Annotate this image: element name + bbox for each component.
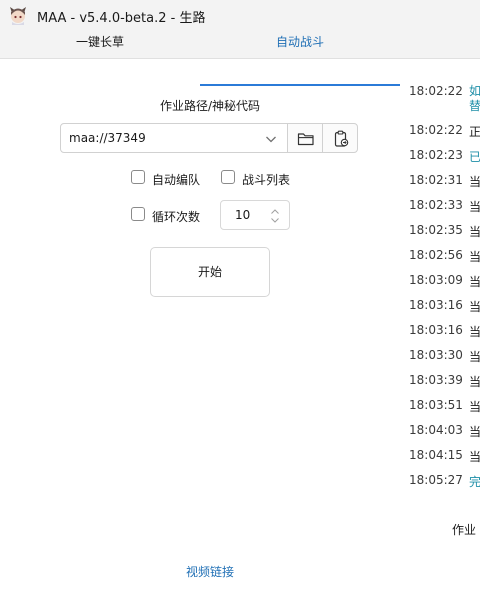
path-label: 作业路径/神秘代码 bbox=[159, 99, 261, 113]
log-message: 正 bbox=[469, 125, 480, 139]
log-time: 18:05:27 bbox=[409, 473, 463, 487]
log-message: 当 bbox=[469, 450, 480, 464]
chevron-down-icon[interactable] bbox=[270, 217, 280, 224]
log-message: 当 bbox=[469, 375, 480, 389]
log-time: 18:03:39 bbox=[409, 373, 463, 387]
log-time: 18:04:15 bbox=[409, 448, 463, 462]
log-time: 18:03:16 bbox=[409, 323, 463, 337]
auto-formation-box[interactable] bbox=[131, 170, 145, 184]
tab-one-key-farming[interactable]: 一键长草 bbox=[0, 30, 200, 58]
log-time: 18:03:30 bbox=[409, 348, 463, 362]
log-time: 18:02:33 bbox=[409, 198, 463, 212]
log-time: 18:03:51 bbox=[409, 398, 463, 412]
auto-formation-label: 自动编队 bbox=[152, 173, 201, 187]
log-message: 当 bbox=[469, 425, 480, 439]
loop-count-value[interactable]: 10 bbox=[235, 208, 250, 222]
app-logo-icon bbox=[10, 7, 26, 25]
loop-count-stepper[interactable]: 10 bbox=[220, 200, 290, 230]
log-time: 18:04:03 bbox=[409, 423, 463, 437]
log-message: 当 bbox=[469, 300, 480, 314]
start-button[interactable]: 开始 bbox=[150, 247, 270, 297]
log-message: 替 bbox=[469, 99, 480, 113]
log-time: 18:02:22 bbox=[409, 84, 463, 98]
log-message: 当 bbox=[469, 325, 480, 339]
log-time: 18:02:31 bbox=[409, 173, 463, 187]
video-link[interactable]: 视频链接 bbox=[160, 563, 260, 580]
copilot-path-value[interactable]: maa://37349 bbox=[69, 131, 146, 145]
loop-box[interactable] bbox=[131, 207, 145, 221]
active-tab-indicator bbox=[200, 84, 400, 86]
chevron-down-icon[interactable] bbox=[264, 132, 278, 146]
log-panel: 18:02:22 如 替 18:02:22 正 18:02:23 已 18:02… bbox=[402, 0, 480, 598]
log-message: 当 bbox=[469, 225, 480, 239]
copilot-path-combobox[interactable]: maa://37349 bbox=[60, 123, 288, 153]
log-message: 完 bbox=[469, 475, 480, 489]
tab-auto-battle[interactable]: 自动战斗 bbox=[200, 30, 400, 58]
chevron-up-icon[interactable] bbox=[270, 208, 280, 215]
folder-icon bbox=[297, 133, 314, 146]
open-file-button[interactable] bbox=[287, 123, 323, 153]
log-time: 18:02:22 bbox=[409, 123, 463, 137]
loop-label: 循环次数 bbox=[152, 210, 201, 224]
log-time: 18:03:16 bbox=[409, 298, 463, 312]
log-message: 当 bbox=[469, 400, 480, 414]
log-message: 当 bbox=[469, 350, 480, 364]
log-time: 18:03:09 bbox=[409, 273, 463, 287]
log-message: 当 bbox=[469, 275, 480, 289]
log-message: 当 bbox=[469, 250, 480, 264]
log-message: 已 bbox=[469, 150, 480, 164]
battle-list-box[interactable] bbox=[221, 170, 235, 184]
window-title: MAA - v5.4.0-beta.2 - 生路 bbox=[37, 11, 206, 26]
log-time: 18:02:23 bbox=[409, 148, 463, 162]
paste-code-button[interactable] bbox=[322, 123, 358, 153]
battle-list-label: 战斗列表 bbox=[242, 173, 291, 187]
log-time: 18:02:56 bbox=[409, 248, 463, 262]
log-time: 18:02:35 bbox=[409, 223, 463, 237]
status-text: 作业 bbox=[452, 523, 477, 537]
clipboard-paste-icon bbox=[334, 130, 349, 147]
log-message: 当 bbox=[469, 200, 480, 214]
log-message: 当 bbox=[469, 175, 480, 189]
